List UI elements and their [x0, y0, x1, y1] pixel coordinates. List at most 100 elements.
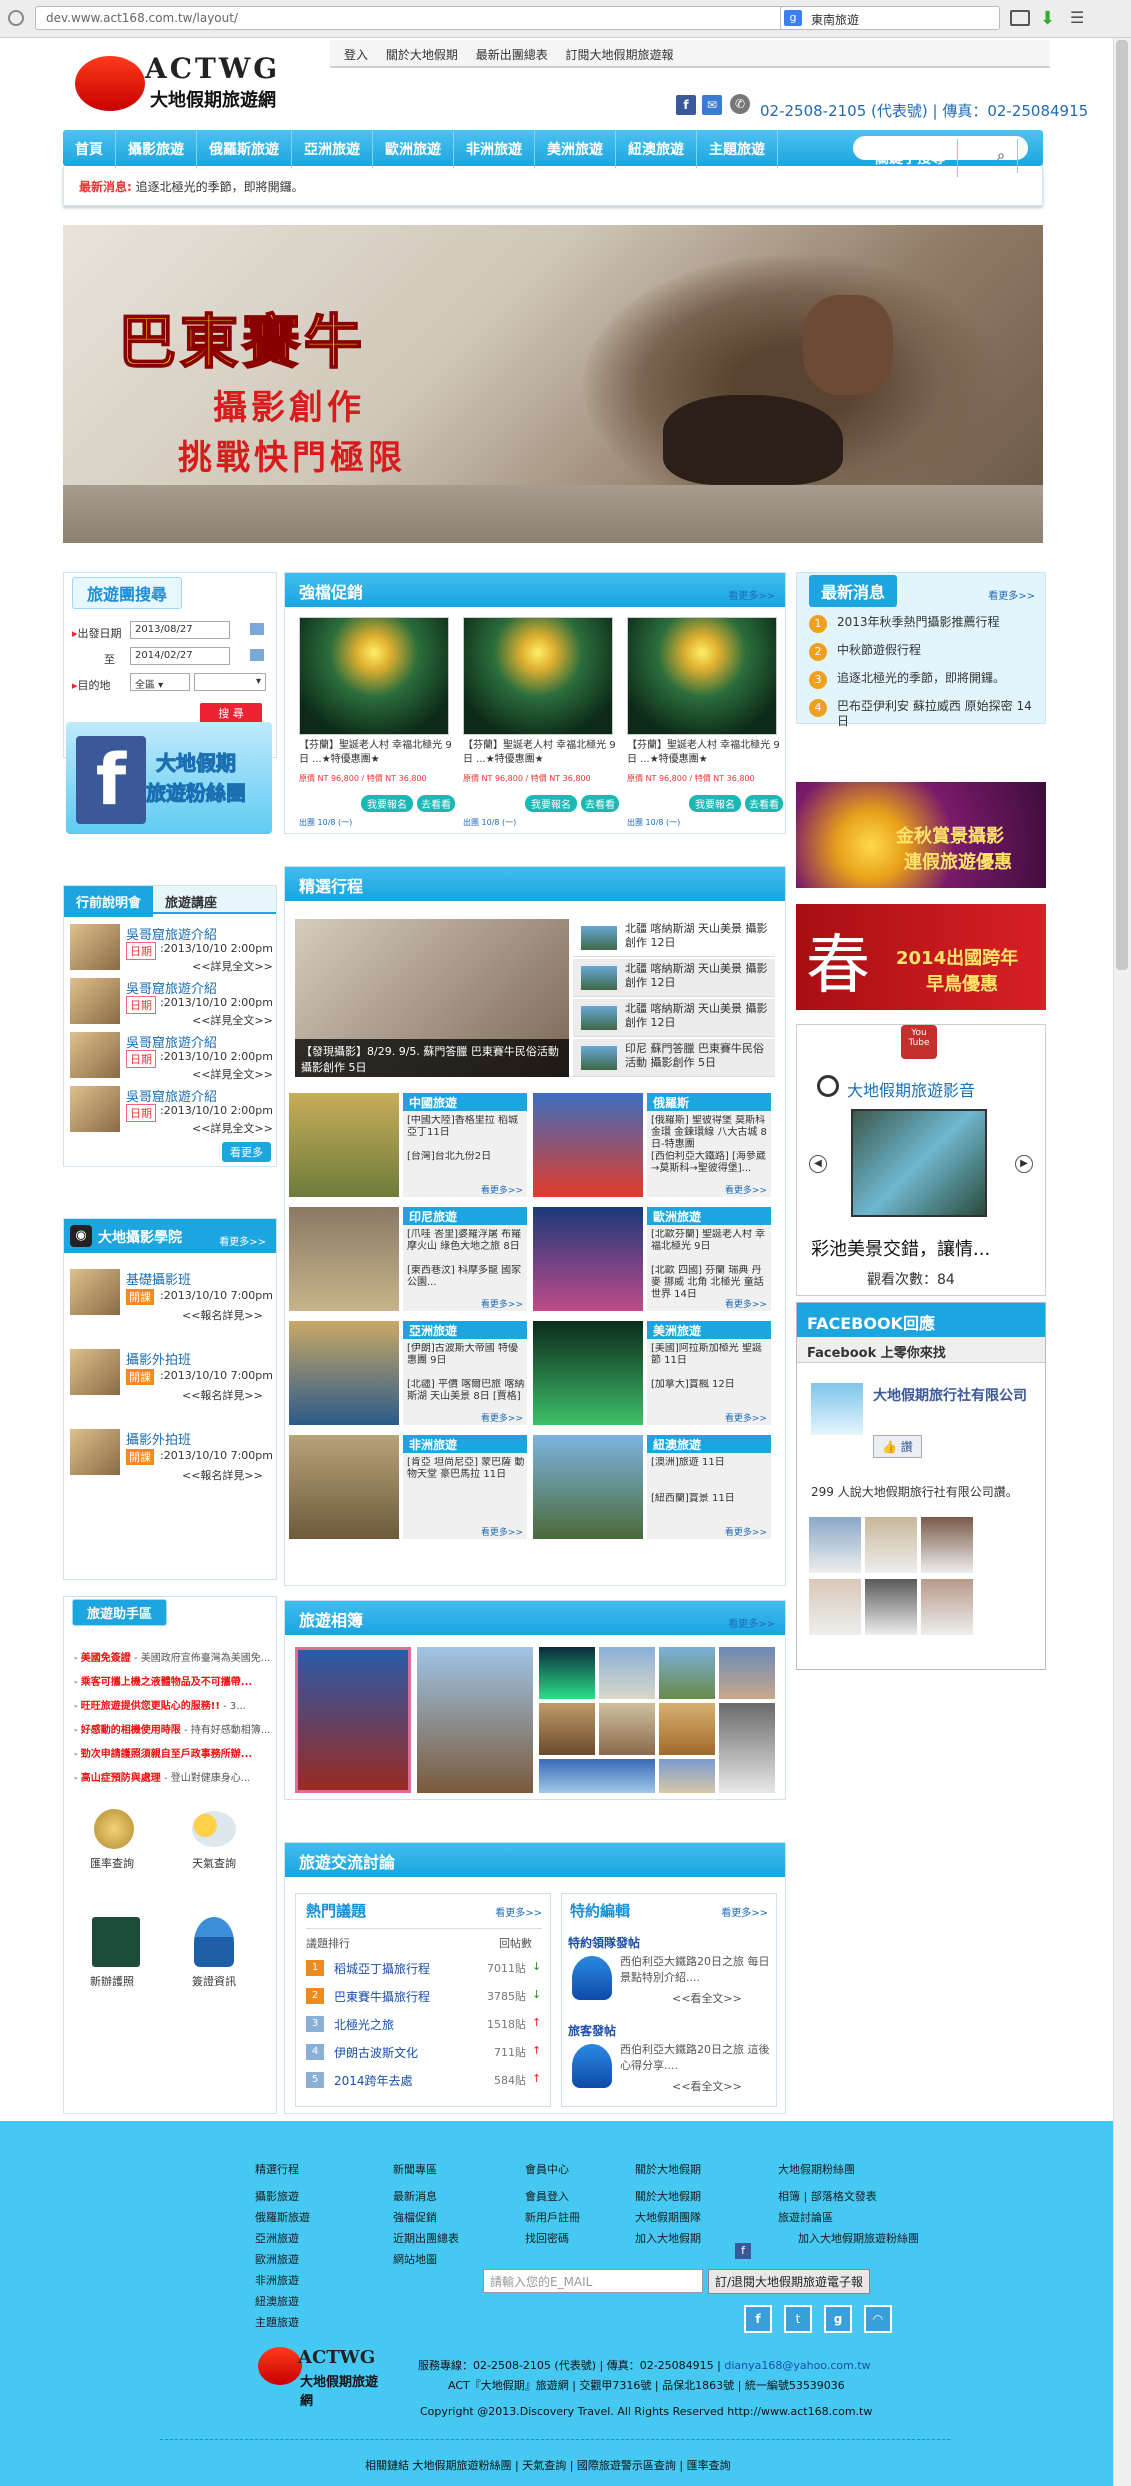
rss-icon[interactable]: ◠	[864, 2305, 892, 2333]
region-image[interactable]	[289, 1321, 399, 1425]
region-item[interactable]: [台灣]台北九份2日	[407, 1151, 525, 1163]
featured-main-caption[interactable]: 【發現攝影】8/29. 9/5. 蘇門答臘 巴東賽牛民俗活動 攝影創作 5日	[295, 1039, 569, 1077]
editor-post-title[interactable]: 特約領隊發帖	[568, 1934, 640, 1951]
featured-side-item[interactable]: 北疆 喀納斯湖 天山美景 攝影創作 12日	[573, 999, 775, 1037]
footer-link[interactable]: 旅遊討論區	[778, 2207, 919, 2228]
help-item[interactable]: - 美國免簽證 - 美國政府宣佈臺灣為美國免...	[74, 1649, 274, 1664]
region-title[interactable]: 俄羅斯	[647, 1093, 771, 1111]
editor-post-title[interactable]: 旅客發帖	[568, 2022, 616, 2039]
footer-link[interactable]: 關於大地假期	[635, 2186, 701, 2207]
destination-select[interactable]: 全區 ▾	[130, 673, 190, 691]
site-search-input[interactable]: 關鍵字搜尋 ⌕	[853, 136, 1028, 177]
briefing-more-link[interactable]: <<詳見全文>>	[192, 958, 273, 974]
browser-search-input[interactable]: 東南旅遊	[780, 6, 1000, 30]
hot-topic-link[interactable]: 稻城亞丁攝旅行程	[334, 1960, 430, 1977]
hot-topic-link[interactable]: 北極光之旅	[334, 2016, 394, 2033]
region-item[interactable]: [加拿大]賞楓 12日	[651, 1379, 769, 1391]
video-next-button[interactable]: ▶	[1015, 1155, 1033, 1173]
album-photo[interactable]	[539, 1703, 595, 1755]
region-title[interactable]: 美洲旅遊	[647, 1321, 771, 1339]
promo-more-link[interactable]: 看更多>>	[728, 587, 775, 602]
album-photo[interactable]	[659, 1759, 715, 1793]
fan-avatar[interactable]	[809, 1579, 861, 1635]
footer-link[interactable]: 網站地圖	[393, 2249, 459, 2270]
region-title[interactable]: 中國旅遊	[403, 1093, 527, 1111]
logo[interactable]: ACTWG 大地假期旅遊網	[75, 48, 295, 118]
region-more-link[interactable]: 看更多>>	[725, 1525, 767, 1538]
footer-link[interactable]: 最新消息	[393, 2186, 459, 2207]
academy-more-link[interactable]: 看更多>>	[219, 1233, 266, 1248]
footer-link[interactable]: 大地假期團隊	[635, 2207, 701, 2228]
latest-news-item[interactable]: 2013年秋季熱門攝影推薦行程	[837, 615, 1037, 630]
promo-book-button[interactable]: 我要報名	[689, 795, 741, 812]
briefing-title[interactable]: 吳哥窟旅遊介紹	[126, 978, 217, 997]
footer-link[interactable]: 歐洲旅遊	[255, 2249, 310, 2270]
academy-item-title[interactable]: 攝影外拍班	[126, 1349, 191, 1368]
album-photo[interactable]	[295, 1647, 411, 1793]
academy-thumb[interactable]	[70, 1429, 120, 1475]
region-item[interactable]: [爪哇 峇里]婆羅浮屠 布羅摩火山 綠色大地之旅 8日	[407, 1229, 525, 1253]
tab-lecture[interactable]: 旅遊講座	[153, 886, 229, 917]
academy-item-title[interactable]: 基礎攝影班	[126, 1269, 191, 1288]
region-more-link[interactable]: 看更多>>	[481, 1411, 523, 1424]
fan-avatar[interactable]	[921, 1579, 973, 1635]
album-photo[interactable]	[417, 1647, 533, 1793]
hot-topic-link[interactable]: 2014跨年去處	[334, 2072, 413, 2089]
fan-avatar[interactable]	[921, 1517, 973, 1573]
help-item[interactable]: - 乘客可攜上機之液體物品及不可攜帶...	[74, 1673, 274, 1688]
academy-signup-link[interactable]: <<報名詳見>>	[182, 1387, 263, 1403]
hot-topic-link[interactable]: 伊朗古波斯文化	[334, 2044, 418, 2061]
hero-banner[interactable]: 巴東賽牛 攝影創作 挑戰快門極限	[63, 225, 1043, 543]
footer-link[interactable]: 非洲旅遊	[255, 2270, 310, 2291]
hot-topics-more[interactable]: 看更多>>	[495, 1904, 542, 1919]
region-item[interactable]: [肯亞 坦尚尼亞] 蒙巴薩 動物天堂 豪巴馬拉 11日	[407, 1457, 525, 1481]
fan-avatar[interactable]	[865, 1579, 917, 1635]
briefing-title[interactable]: 吳哥窟旅遊介紹	[126, 1086, 217, 1105]
fb-fans-banner[interactable]: f 大地假期 旅遊粉絲團	[66, 722, 272, 834]
help-item[interactable]: - 勁次申請護照須親自至戶政事務所辦...	[74, 1745, 274, 1760]
nav-oceania[interactable]: 紐澳旅遊	[616, 130, 697, 168]
region-item[interactable]: [東西巷汶] 科摩多龍 國家公園...	[407, 1265, 525, 1289]
footer-link[interactable]: 加入大地假期	[635, 2228, 701, 2249]
nav-africa[interactable]: 非洲旅遊	[454, 130, 535, 168]
footer-link[interactable]: 找回密碼	[525, 2228, 580, 2249]
briefing-thumb[interactable]	[70, 978, 120, 1024]
album-photo[interactable]	[539, 1759, 655, 1793]
region-item[interactable]: [俄羅斯] 聖彼得堡 莫斯科 金環 金鍊環線 八大古城 8日-特惠團	[651, 1115, 769, 1151]
coins-icon[interactable]	[94, 1809, 134, 1849]
footer-email[interactable]: dianya168@yahoo.com.tw	[724, 2359, 870, 2372]
calendar-icon[interactable]	[250, 649, 264, 661]
exchange-rate-link[interactable]: 匯率查詢	[90, 1855, 134, 1871]
promo-book-button[interactable]: 我要報名	[361, 795, 413, 812]
editor-more[interactable]: 看更多>>	[721, 1904, 768, 1919]
footer-link[interactable]: 主題旅遊	[255, 2312, 310, 2333]
region-item[interactable]: [伊朗]古波斯大帝國 特優惠團 9日	[407, 1343, 525, 1367]
fan-avatar[interactable]	[865, 1517, 917, 1573]
footer-link[interactable]: 近期出團總表	[393, 2228, 459, 2249]
editor-post-more[interactable]: <<看全文>>	[672, 2078, 742, 2094]
depart-date-input[interactable]: 2013/08/27	[130, 621, 230, 639]
editor-post-more[interactable]: <<看全文>>	[672, 1990, 742, 2006]
promo-name[interactable]: 【芬蘭】聖誕老人村 幸福北極光 9日 ...★特優惠團★	[463, 739, 617, 771]
login-link[interactable]: 登入	[344, 48, 368, 62]
url-bar[interactable]: dev.www.act168.com.tw/layout/	[35, 6, 795, 30]
visa-info-link[interactable]: 簽證資訊	[192, 1973, 236, 1989]
promo-name[interactable]: 【芬蘭】聖誕老人村 幸福北極光 9日 ...★特優惠團★	[299, 739, 453, 771]
region-image[interactable]	[289, 1207, 399, 1311]
academy-thumb[interactable]	[70, 1349, 120, 1395]
briefing-thumb[interactable]	[70, 1086, 120, 1132]
latest-news-more[interactable]: 看更多>>	[988, 587, 1035, 602]
briefing-title[interactable]: 吳哥窟旅遊介紹	[126, 924, 217, 943]
region-title[interactable]: 印尼旅遊	[403, 1207, 527, 1225]
briefing-more-link[interactable]: <<詳見全文>>	[192, 1120, 273, 1136]
footer-link[interactable]: 新用戶註冊	[525, 2207, 580, 2228]
nav-asia[interactable]: 亞洲旅遊	[292, 130, 373, 168]
promo-book-button[interactable]: 我要報名	[525, 795, 577, 812]
briefing-title[interactable]: 吳哥窟旅遊介紹	[126, 1032, 217, 1051]
region-item[interactable]: [中國大陸]香格里拉 稻城亞丁11日	[407, 1115, 525, 1139]
passport-link[interactable]: 新辦護照	[90, 1973, 134, 1989]
album-photo[interactable]	[599, 1703, 655, 1755]
nav-america[interactable]: 美洲旅遊	[535, 130, 616, 168]
footer-link[interactable]: 亞洲旅遊	[255, 2228, 310, 2249]
featured-main-image[interactable]: 【發現攝影】8/29. 9/5. 蘇門答臘 巴東賽牛民俗活動 攝影創作 5日	[295, 919, 569, 1077]
